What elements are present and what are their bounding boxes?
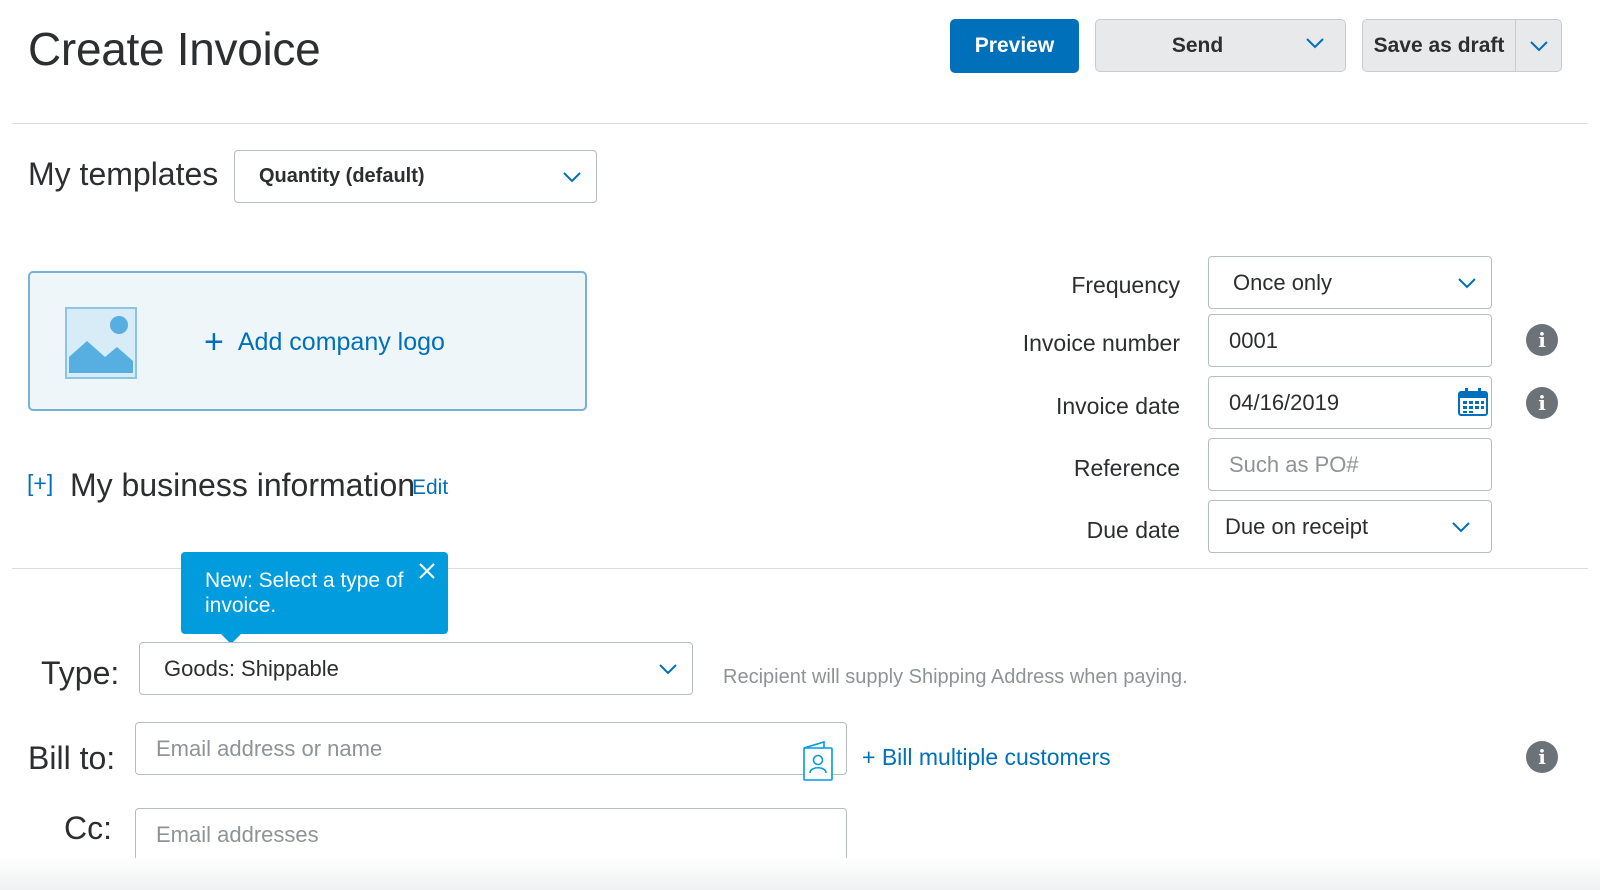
page-title: Create Invoice [28,23,321,75]
invoice-date-field[interactable] [1208,376,1492,429]
new-feature-tooltip: New: Select a type of invoice. [181,552,448,644]
cc-label: Cc: [64,810,112,846]
business-info-title: My business information [70,467,416,503]
chevron-down-icon [1306,38,1324,49]
invoice-type-select[interactable]: Goods: Shippable [139,642,693,695]
templates-select[interactable]: Quantity (default) [234,150,597,203]
bill-multiple-customers-link[interactable]: + Bill multiple customers [862,744,1111,771]
save-draft-button[interactable]: Save as draft [1363,20,1515,71]
preview-button[interactable]: Preview [950,19,1079,73]
plus-icon: + [204,323,224,361]
info-icon[interactable]: i [1526,387,1558,419]
chevron-down-icon [1452,521,1470,532]
chevron-down-icon [563,171,581,182]
header-divider [12,123,1588,124]
business-info-edit-link[interactable]: Edit [412,476,448,500]
frequency-select[interactable]: Once only [1208,256,1492,309]
templates-select-value: Quantity (default) [259,165,425,187]
bottom-shadow [0,858,1600,890]
info-icon[interactable]: i [1526,741,1558,773]
type-hint: Recipient will supply Shipping Address w… [723,666,1188,688]
save-draft-menu-button[interactable] [1515,20,1562,71]
frequency-label: Frequency [1071,272,1180,298]
chevron-down-icon [1458,277,1476,288]
image-placeholder-icon [65,307,137,379]
due-date-select[interactable]: Due on receipt [1208,500,1492,553]
due-date-label: Due date [1086,517,1180,543]
chevron-down-icon [659,663,677,674]
business-info-expand-toggle[interactable]: [+] [27,470,53,497]
invoice-number-label: Invoice number [1022,330,1180,356]
send-button[interactable]: Send [1095,19,1346,72]
bill-to-field[interactable] [135,722,847,775]
frequency-select-value: Once only [1233,269,1333,295]
bill-to-label: Bill to: [28,740,116,776]
add-logo-link: + Add company logo [204,325,445,359]
address-book-icon[interactable] [802,740,834,782]
company-logo-upload[interactable]: + Add company logo [28,271,587,411]
add-logo-label: Add company logo [237,327,445,356]
save-draft-button-group: Save as draft [1362,19,1562,72]
type-label: Type: [41,655,120,691]
reference-label: Reference [1073,455,1180,481]
info-icon[interactable]: i [1526,324,1558,356]
cc-field[interactable] [135,808,847,861]
reference-field[interactable] [1208,438,1492,491]
invoice-type-select-value: Goods: Shippable [164,655,339,681]
invoice-date-label: Invoice date [1055,393,1180,419]
due-date-select-value: Due on receipt [1225,513,1369,539]
chevron-down-icon [1530,40,1548,51]
close-icon[interactable] [418,562,436,580]
send-button-label: Send [1171,33,1224,57]
tooltip-text: New: Select a type of invoice. [205,569,404,617]
invoice-number-field[interactable] [1208,314,1492,367]
calendar-icon[interactable] [1458,388,1488,416]
templates-label: My templates [28,156,219,192]
